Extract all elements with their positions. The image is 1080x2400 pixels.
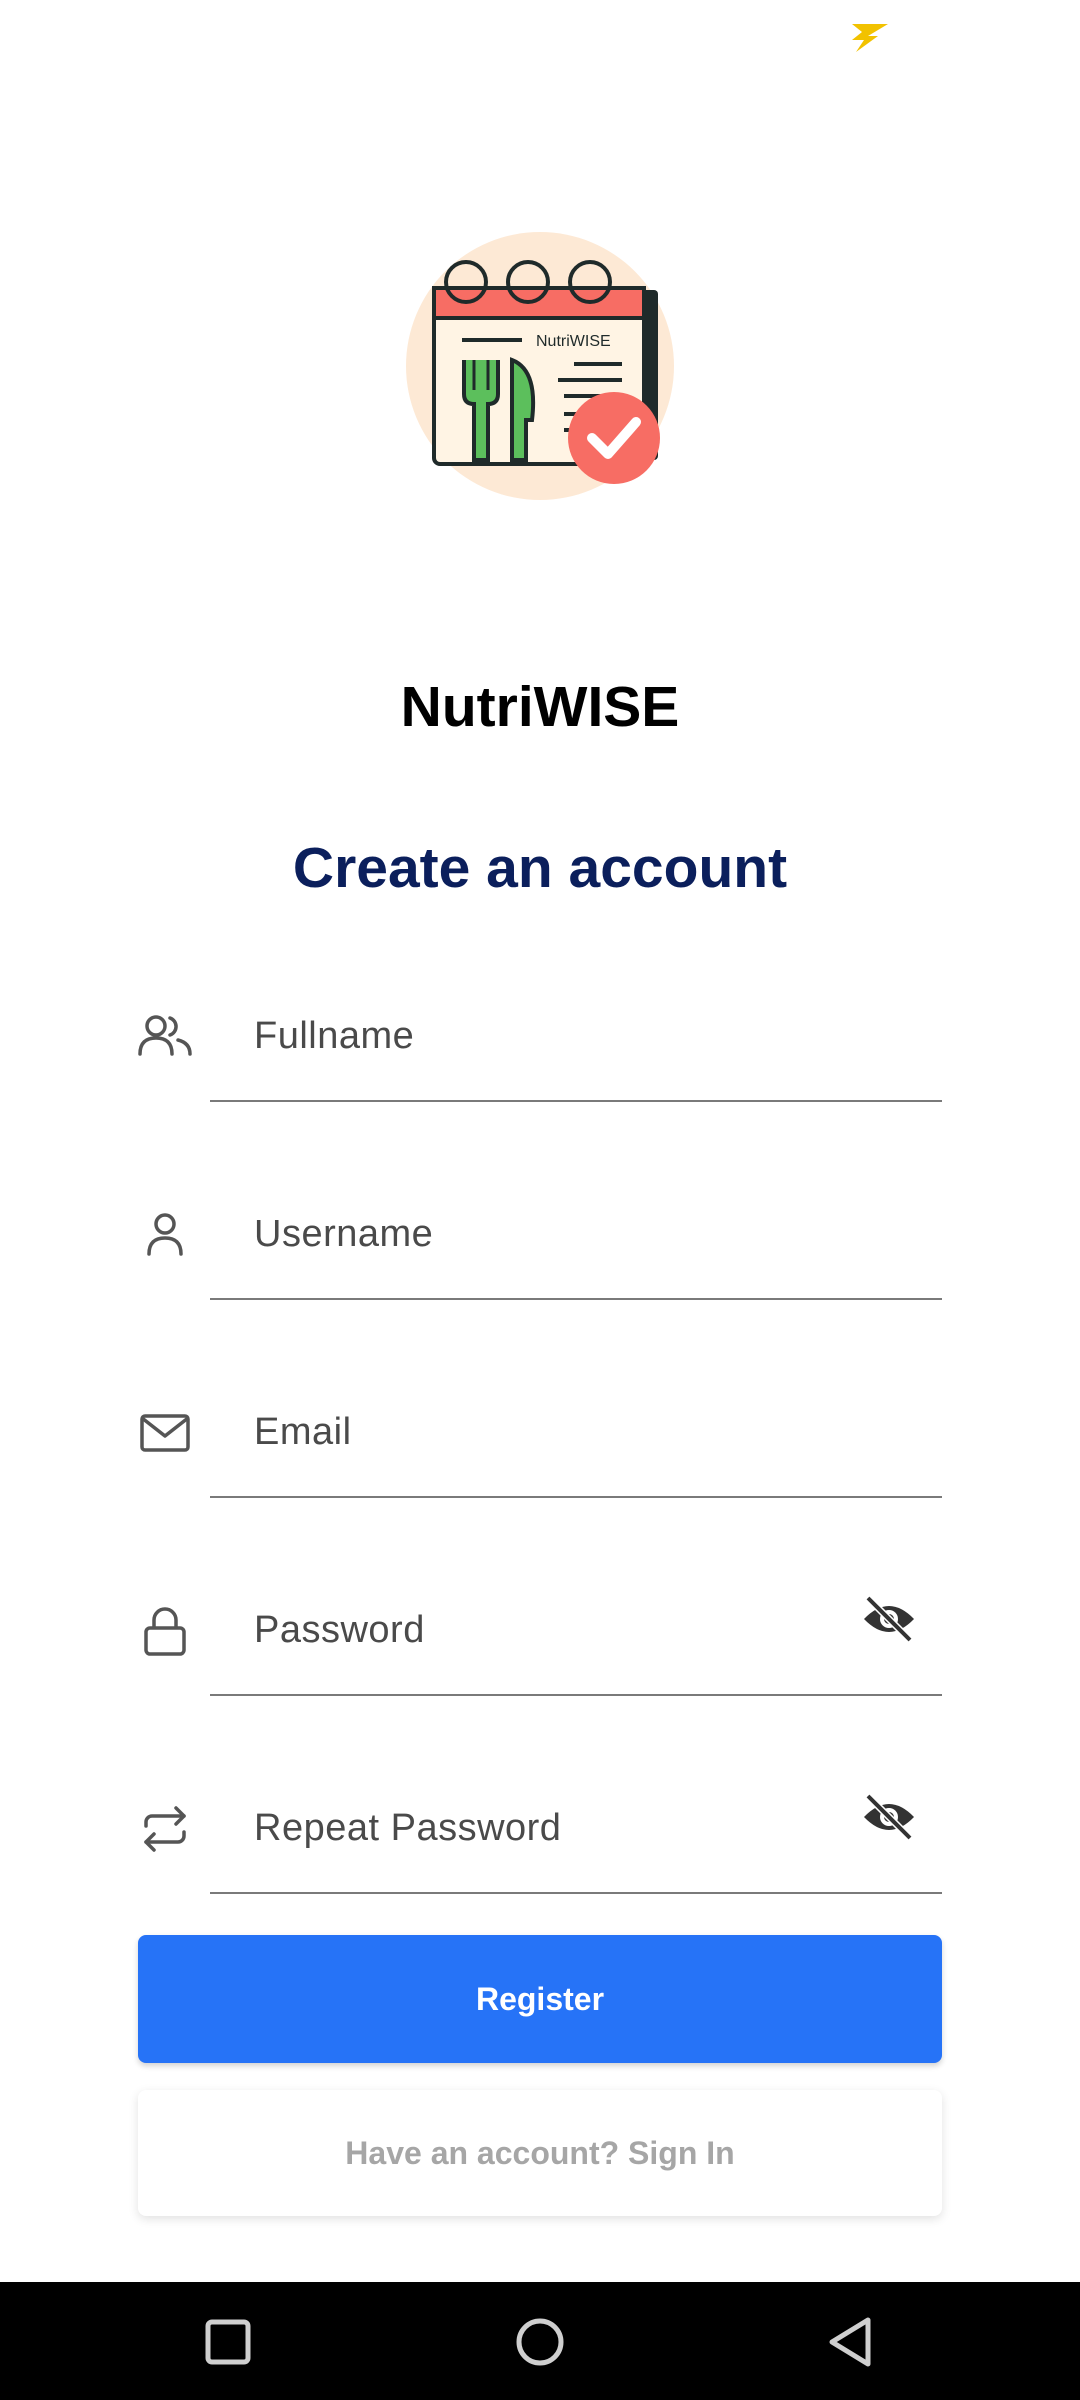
logo-text: NutriWISE [536,333,611,350]
app-logo: NutriWISE [406,232,674,500]
people-icon [138,1015,192,1056]
username-underline [210,1298,942,1300]
repeat-password-input[interactable] [254,1792,814,1864]
square-icon[interactable] [190,2304,266,2380]
system-navigation-bar [0,2282,1080,2400]
fullname-field [130,986,942,1106]
triangle-back-icon[interactable] [814,2304,890,2380]
mail-icon [140,1414,190,1452]
app-name: NutriWISE [400,675,680,739]
person-icon [147,1213,183,1256]
eye-off-icon[interactable] [860,1590,918,1648]
fullname-input[interactable] [254,1000,814,1072]
email-field [130,1382,942,1502]
flash-icon [852,24,888,52]
email-input[interactable] [254,1396,814,1468]
register-button[interactable]: Register [138,1935,942,2063]
email-underline [210,1496,942,1498]
fullname-underline [210,1100,942,1102]
password-field [130,1580,942,1700]
page-title: Create an account [292,836,788,900]
eye-off-icon[interactable] [860,1788,918,1846]
register-screen: NutriWISE NutriWISE Create an account Fu… [0,0,1080,2400]
username-input[interactable] [254,1198,814,1270]
lock-icon [144,1607,186,1656]
password-underline [210,1694,942,1696]
sign-in-link-button[interactable]: Have an account? Sign In [138,2090,942,2216]
repeat-password-field [130,1778,942,1898]
username-field [130,1184,942,1304]
password-input[interactable] [254,1594,814,1666]
repeat-icon [144,1806,186,1852]
circle-icon[interactable] [502,2304,578,2380]
repeat-password-underline [210,1892,942,1894]
